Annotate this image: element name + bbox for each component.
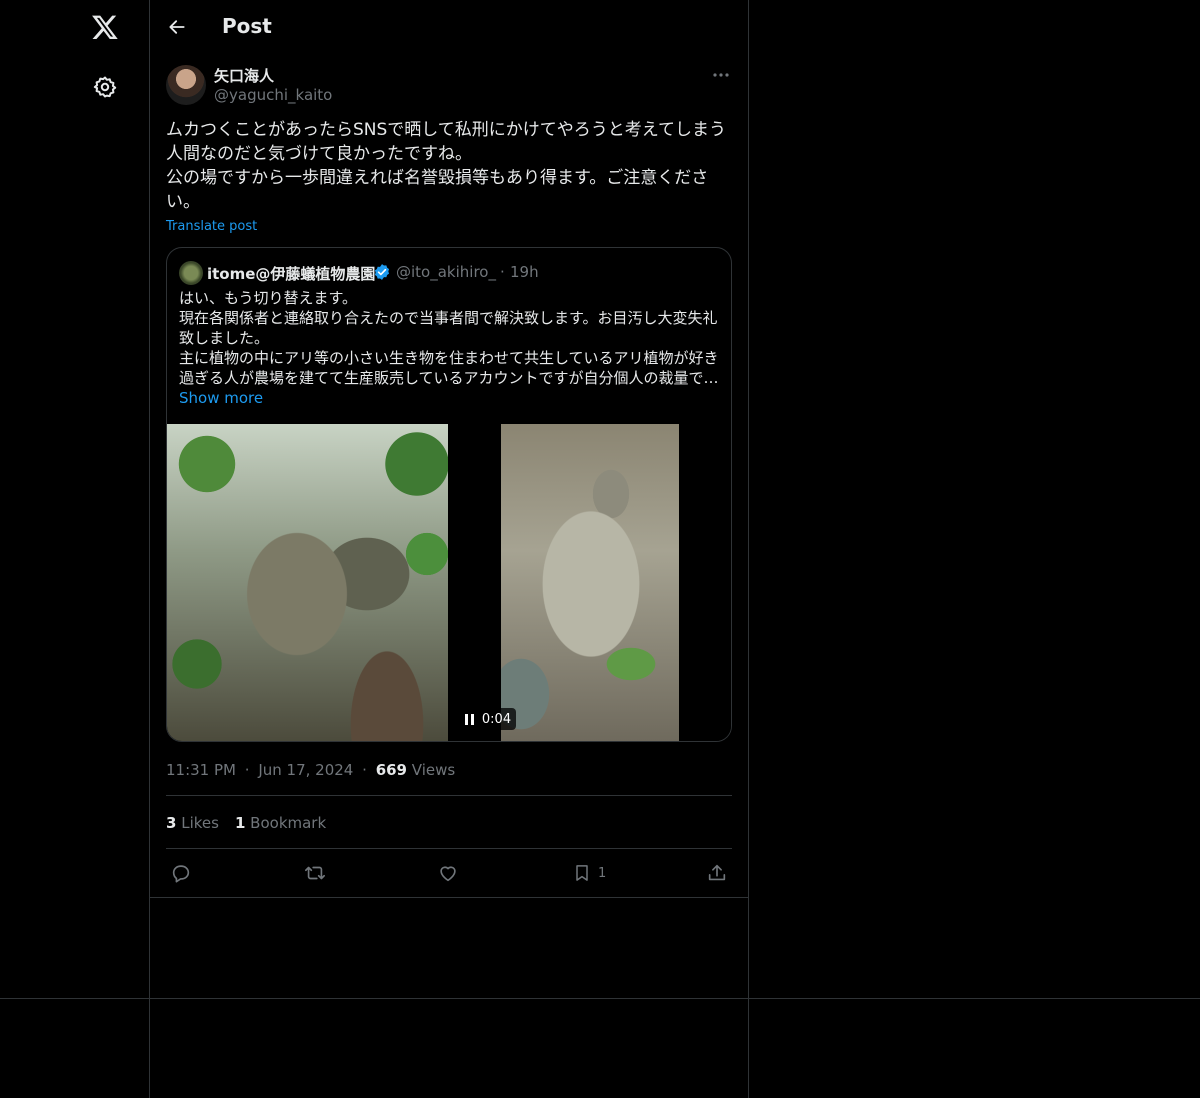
- verified-badge-icon: [374, 264, 390, 280]
- show-more-link[interactable]: Show more: [179, 389, 263, 407]
- x-logo-icon[interactable]: [85, 7, 125, 47]
- post-detail: Post 矢口海人 @yaguchi_kaito ムカつくことがあったらSNSで…: [150, 0, 748, 898]
- post-header: Post: [150, 0, 748, 54]
- pause-icon: [464, 713, 474, 725]
- quote-timestamp: 19h: [510, 263, 539, 281]
- action-bar: 1: [166, 860, 732, 886]
- share-icon: [708, 864, 726, 881]
- gear-icon[interactable]: [85, 67, 125, 107]
- divider-bottom: [0, 998, 1200, 999]
- repost-button[interactable]: [303, 860, 327, 886]
- share-button[interactable]: [706, 860, 728, 886]
- avatar[interactable]: [166, 65, 206, 105]
- bookmark-icon: [576, 865, 588, 881]
- reply-icon: [172, 865, 190, 883]
- quote-author-handle: @ito_akihiro_: [396, 263, 496, 281]
- left-sidebar: [0, 0, 149, 1098]
- bookmark-action-count: 1: [598, 865, 607, 881]
- likes-label: Likes: [181, 814, 219, 832]
- bookmarks-stat[interactable]: 1 Bookmark: [235, 814, 326, 832]
- page-title: Post: [222, 14, 272, 38]
- quote-text: はい、もう切り替えます。 現在各関係者と連絡取り合えたので当事者間で解決致します…: [179, 289, 719, 387]
- divider: [166, 848, 732, 849]
- views-label: Views: [411, 761, 456, 779]
- author-name[interactable]: 矢口海人: [214, 65, 274, 86]
- like-button[interactable]: [437, 860, 459, 886]
- quote-separator: ·: [500, 263, 505, 281]
- likes-stat[interactable]: 3 Likes: [166, 814, 219, 832]
- translate-post-link[interactable]: Translate post: [166, 219, 257, 234]
- likes-count: 3: [166, 814, 177, 832]
- quoted-post[interactable]: itome@伊藤蟻植物農園 @ito_akihiro_ · 19h はい、もう切…: [166, 247, 732, 742]
- meta-separator: ·: [244, 761, 250, 779]
- more-button[interactable]: [706, 64, 736, 86]
- reply-button[interactable]: [170, 860, 192, 886]
- quote-avatar: [179, 261, 203, 285]
- post-stats: 3 Likes 1 Bookmark: [166, 814, 342, 832]
- views-count: 669: [375, 761, 407, 779]
- post-date[interactable]: Jun 17, 2024: [258, 761, 353, 779]
- author-handle[interactable]: @yaguchi_kaito: [214, 86, 332, 104]
- bookmark-button[interactable]: 1: [572, 860, 606, 886]
- divider: [166, 795, 732, 796]
- video-timestamp: 0:04: [481, 711, 512, 727]
- meta-separator: ·: [362, 761, 367, 779]
- post-meta: 11:31 PM · Jun 17, 2024 · 669 Views: [166, 761, 455, 779]
- arrow-left-icon: [169, 20, 185, 34]
- quote-author-name: itome@伊藤蟻植物農園: [207, 265, 376, 283]
- post-time[interactable]: 11:31 PM: [166, 761, 236, 779]
- heart-icon: [440, 866, 456, 882]
- bookmarks-count: 1: [234, 814, 246, 832]
- video-frame-left: [167, 424, 448, 741]
- bookmarks-label: Bookmark: [250, 814, 327, 832]
- divider-right: [748, 0, 749, 1098]
- post-text: ムカつくことがあったらSNSで晒して私刑にかけてやろうと考えてしまう人間なのだと…: [166, 120, 726, 212]
- video-pause-button[interactable]: 0:04: [460, 708, 516, 730]
- video-player[interactable]: 0:04: [167, 424, 731, 741]
- more-horizontal-icon: [713, 73, 729, 77]
- back-button[interactable]: [160, 10, 194, 44]
- video-frame-right: [501, 424, 679, 741]
- repost-icon: [305, 866, 325, 880]
